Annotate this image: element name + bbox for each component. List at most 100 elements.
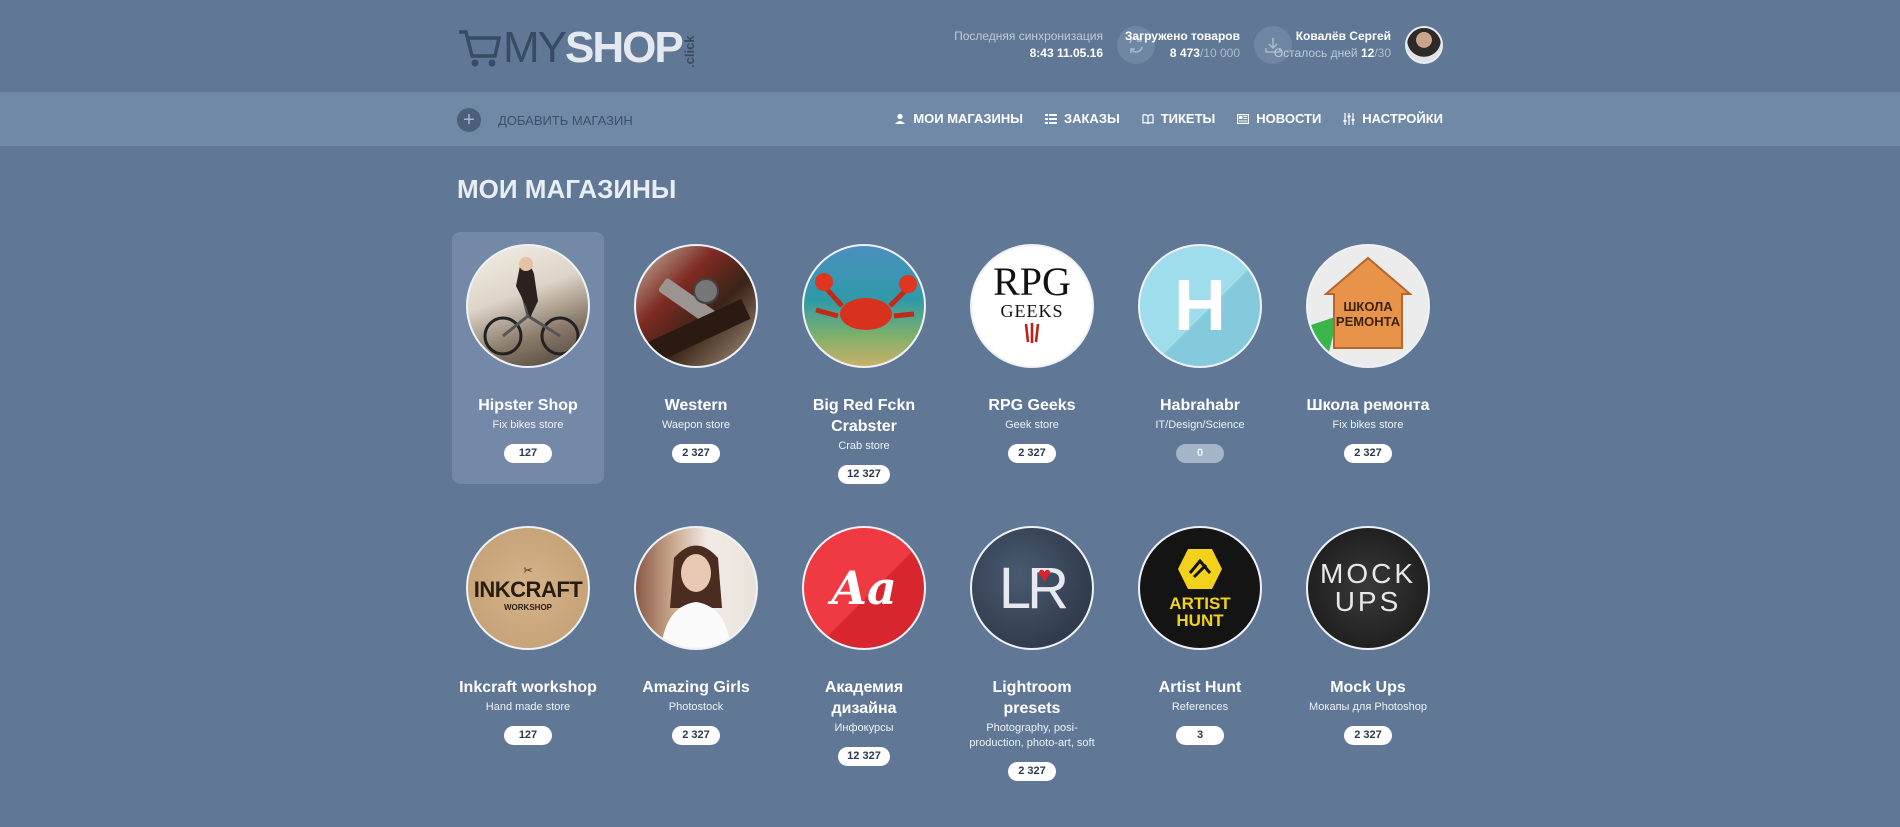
shop-card[interactable]: RPG GEEKS RPG Geeks Geek store 2 327 [956, 232, 1108, 484]
nav-news[interactable]: НОВОСТИ [1237, 111, 1321, 126]
loaded-value: 8 473 [1169, 46, 1200, 60]
shop-name: Школа ремонта [1306, 397, 1430, 414]
claw-marks-icon [1024, 322, 1040, 343]
shop-name: Lightroom presets [992, 679, 1072, 717]
shop-avatar: ARTIST HUNT [1138, 526, 1262, 650]
nav-tickets[interactable]: ТИКЕТЫ [1142, 111, 1216, 126]
shop-name: Hipster Shop [478, 397, 578, 414]
shop-avatar: ✂ INKCRAFT WORKSHOP [466, 526, 590, 650]
nav-label: ТИКЕТЫ [1160, 111, 1216, 126]
portrait-image [661, 545, 731, 648]
shop-count-badge: 127 [504, 726, 552, 745]
shop-avatar: LR ♥ [970, 526, 1094, 650]
shop-description: Crab store [838, 440, 890, 452]
shop-card[interactable]: ARTIST HUNT Artist Hunt References 3 [1124, 514, 1276, 766]
shop-description: Инфокурсы [834, 722, 894, 734]
shop-description: Geek store [1005, 419, 1059, 431]
hunt-logo-text: HUNT [1176, 611, 1224, 630]
mock-logo-text: MOCK [1320, 558, 1416, 589]
shop-card[interactable]: Amazing Girls Photostock 2 327 [620, 514, 772, 766]
shop-card[interactable]: ✂ INKCRAFT WORKSHOP Inkcraft workshop Ha… [452, 514, 604, 766]
nav-label: НОВОСТИ [1256, 111, 1322, 126]
shop-card[interactable]: MOCK UPS Mock Ups Мокапы для Photoshop 2… [1292, 514, 1444, 766]
nav-settings[interactable]: НАСТРОЙКИ [1343, 111, 1443, 126]
shop-description: Hand made store [485, 701, 571, 713]
add-shop-button[interactable]: + ДОБАВИТЬ МАГАЗИН [457, 108, 633, 132]
shop-card[interactable]: ШКОЛА РЕМОНТА Школа ремонта Fix bikes st… [1292, 232, 1444, 484]
logo-my: MY [503, 23, 567, 72]
sync-label: Последняя синхронизация [954, 29, 1103, 43]
shop-card[interactable]: Hipster Shop Fix bikes store 127 [452, 232, 604, 484]
ups-logo-text: UPS [1334, 586, 1402, 617]
navbar: + ДОБАВИТЬ МАГАЗИН МОИ МАГАЗИНЫ ЗАКАЗЫ Т… [0, 92, 1900, 146]
nav-orders[interactable]: ЗАКАЗЫ [1044, 111, 1120, 126]
shop-avatar: MOCK UPS [1306, 526, 1430, 650]
hexagon-hands-icon [1178, 549, 1222, 589]
shop-count-badge: 0 [1176, 444, 1224, 463]
logo-geeks-text: GEEKS [1000, 300, 1064, 321]
logo-line: РЕМОНТА [1335, 314, 1401, 329]
shop-avatar: H [1138, 244, 1262, 368]
loaded-total: /10 000 [1199, 46, 1240, 60]
lr-logo-text: LR [998, 555, 1069, 621]
days-total: /30 [1374, 46, 1391, 60]
artist-logo-text: ARTIST [1169, 594, 1231, 613]
shop-avatar: Aa [802, 526, 926, 650]
shop-description: Photostock [668, 701, 724, 713]
shop-card[interactable]: LR ♥ Lightroom presets Photography, posi… [956, 514, 1108, 781]
workshop-logo-text: WORKSHOP [504, 603, 552, 612]
shop-count-badge: 12 327 [838, 747, 890, 766]
user-info: Ковалёв Сергей Осталось дней 12/30 [1274, 28, 1391, 62]
shop-grid: Hipster Shop Fix bikes store 127 Western… [452, 232, 1472, 781]
shop-count-badge: 3 [1176, 726, 1224, 745]
shop-description: Fix bikes store [1332, 419, 1404, 431]
shop-card[interactable]: Western Waepon store 2 327 [620, 232, 772, 484]
shop-card[interactable]: H Habrahabr IT/Design/Science 0 [1124, 232, 1276, 484]
shop-description: Fix bikes store [492, 419, 564, 431]
scissors-icon: ✂ [523, 565, 533, 577]
shop-avatar [634, 244, 758, 368]
page-title: МОИ МАГАЗИНЫ [457, 174, 677, 204]
add-shop-label: ДОБАВИТЬ МАГАЗИН [498, 112, 633, 128]
shop-name: Академия дизайна [824, 679, 904, 717]
logo-shop: SHOP [565, 23, 684, 72]
shop-card[interactable]: Big Red Fckn Crabster Crab store 12 327 [788, 232, 940, 484]
list-icon [1044, 113, 1057, 124]
shop-name: Artist Hunt [1158, 679, 1242, 696]
user-avatar[interactable] [1405, 26, 1443, 64]
shop-name: Amazing Girls [642, 679, 750, 696]
revolver-image [641, 278, 751, 366]
days-left: 12 [1360, 46, 1375, 60]
shop-card[interactable]: Aa Академия дизайна Инфокурсы 12 327 [788, 514, 940, 766]
shop-count-badge: 12 327 [838, 465, 890, 484]
habr-logo-letter: H [1174, 266, 1226, 346]
shop-name: Western [664, 397, 728, 414]
shop-avatar [802, 244, 926, 368]
sync-status: Последняя синхронизация 8:43 11.05.16 [954, 28, 1103, 62]
plus-icon: + [457, 108, 481, 132]
myshop-logo[interactable]: MY SHOP .click [457, 22, 697, 72]
shop-count-badge: 2 327 [672, 726, 720, 745]
main-content: МОИ МАГАЗИНЫ Hipster Shop Fix bikes stor… [0, 146, 1900, 827]
book-icon [1142, 113, 1154, 124]
nav-label: ЗАКАЗЫ [1063, 111, 1120, 126]
crab-image [815, 273, 917, 330]
newspaper-icon [1237, 113, 1250, 124]
shop-description: Мокапы для Photoshop [1309, 701, 1427, 713]
shop-name: Inkcraft workshop [459, 679, 597, 696]
nav-label: МОИ МАГАЗИНЫ [913, 111, 1023, 126]
logo-click: .click [681, 35, 697, 68]
days-label: Осталось дней [1273, 46, 1361, 60]
user-name[interactable]: Ковалёв Сергей [1274, 28, 1391, 45]
shop-count-badge: 2 327 [1344, 726, 1392, 745]
nav-my-shops[interactable]: МОИ МАГАЗИНЫ [894, 111, 1023, 126]
loaded-status: Загружено товаров 8 473/10 000 [1125, 28, 1240, 62]
shop-avatar [466, 244, 590, 368]
cart-icon [459, 30, 501, 67]
logo-line: ШКОЛА [1343, 299, 1393, 314]
user-icon [895, 113, 906, 124]
shop-description: References [1171, 701, 1229, 713]
main-nav: МОИ МАГАЗИНЫ ЗАКАЗЫ ТИКЕТЫ НОВОСТИ НАСТР… [894, 111, 1443, 126]
shop-description: Photography, posi-production, photo-art,… [969, 722, 1095, 749]
shop-name: Mock Ups [1330, 679, 1406, 696]
